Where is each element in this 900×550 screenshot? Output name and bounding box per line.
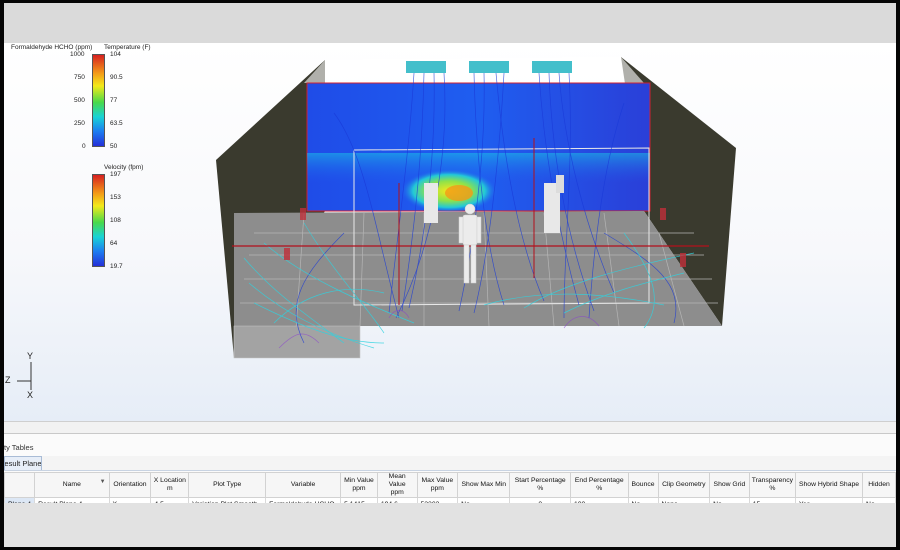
velocity-tick: 197 [110, 171, 121, 178]
header-label: Orientation [113, 481, 147, 488]
header-label: Min Value ppm [344, 477, 374, 492]
header-label: Show Hybrid Shape [798, 481, 860, 488]
header-label: Bounce [631, 481, 655, 488]
screenshot-frame: Formaldehyde HCHO (ppm) Temperature (F) … [0, 0, 900, 550]
hcho-tick: 1000 [70, 51, 85, 58]
header-label: Max Value ppm [421, 477, 454, 492]
ceiling-diffusers [406, 61, 572, 73]
header-label: Show Max Min [461, 481, 507, 488]
axis-z-label: Z [5, 375, 11, 385]
column-header-x-location[interactable]: X Location m [150, 472, 190, 498]
hcho-tick: 500 [74, 97, 85, 104]
temperature-tick: 90.5 [110, 74, 123, 81]
table-header-row: Name ▼ Orientation X Location m Plot Type… [4, 472, 896, 498]
column-header-plot-type[interactable]: Plot Type [188, 472, 267, 498]
hcho-tick: 750 [74, 74, 85, 81]
header-label: Show Grid [713, 481, 746, 488]
header-label: X Location m [153, 477, 186, 492]
column-header-show-hybrid-shape[interactable]: Show Hybrid Shape [795, 472, 864, 498]
hcho-legend-title: Formaldehyde HCHO (ppm) [11, 44, 93, 51]
column-header-bounce[interactable]: Bounce [627, 472, 659, 498]
floor-step [233, 325, 361, 359]
column-header-orientation[interactable]: Orientation [108, 472, 152, 498]
cfd-room-scene [216, 57, 736, 359]
tab-strip: Result Plane [4, 456, 896, 471]
header-label: End Percentage % [574, 477, 624, 492]
status-area [4, 503, 896, 547]
column-header-min-value[interactable]: Min Value ppm [340, 472, 378, 498]
hcho-tick: 250 [74, 120, 85, 127]
axis-y-label: Y [27, 351, 34, 361]
axis-x-label: X [27, 390, 34, 400]
temperature-tick: 77 [110, 97, 118, 104]
column-header-end-percentage[interactable]: End Percentage % [569, 472, 629, 498]
velocity-tick: 153 [110, 194, 121, 201]
temperature-tick: 50 [110, 143, 118, 150]
temperature-tick: 104 [110, 51, 121, 58]
3d-viewport[interactable]: Formaldehyde HCHO (ppm) Temperature (F) … [4, 43, 896, 421]
velocity-tick: 64 [110, 240, 118, 247]
header-label: Name [62, 481, 81, 488]
header-label: Transparency % [751, 477, 794, 492]
column-header-show-grid[interactable]: Show Grid [709, 472, 750, 498]
column-header-show-max-min[interactable]: Show Max Min [457, 472, 511, 498]
header-label: Start Percentage % [514, 477, 566, 492]
tab-result-plane[interactable]: Result Plane [4, 456, 42, 470]
column-header-hidden[interactable]: Hidden [862, 472, 896, 498]
toolbar-area [4, 3, 896, 43]
header-label: Mean Value ppm [388, 473, 406, 497]
hcho-tick: 0 [82, 143, 86, 150]
column-header-transparency[interactable]: Transparency % [748, 472, 797, 498]
velocity-colorbar [92, 174, 105, 267]
header-label: Plot Type [213, 481, 242, 488]
header-label: Hidden [868, 481, 890, 488]
velocity-tick: 19.7 [110, 263, 123, 270]
velocity-legend-title: Velocity (fpm) [104, 164, 144, 171]
column-header-name[interactable]: Name ▼ [34, 472, 110, 498]
column-header-max-value[interactable]: Max Value ppm [416, 472, 459, 498]
header-label: Variable [290, 481, 316, 488]
column-header-clip-geometry[interactable]: Clip Geometry [657, 472, 711, 498]
column-header-start-percentage[interactable]: Start Percentage % [509, 472, 571, 498]
column-header-variable[interactable]: Variable [265, 472, 342, 498]
column-header[interactable] [4, 472, 36, 498]
hcho-temperature-colorbar [92, 54, 105, 147]
dropdown-arrow-icon[interactable]: ▼ [100, 478, 106, 486]
column-header-mean-value[interactable]: Mean Value ppm [376, 472, 418, 498]
tab-label: Result Plane [4, 459, 42, 468]
application-window: Formaldehyde HCHO (ppm) Temperature (F) … [4, 3, 896, 547]
velocity-tick: 108 [110, 217, 121, 224]
temperature-tick: 63.5 [110, 120, 123, 127]
header-label: Clip Geometry [662, 481, 706, 488]
temperature-legend-title: Temperature (F) [104, 44, 151, 51]
panel-title: ty Tables [4, 443, 34, 452]
axis-triad: Y Z X [4, 348, 44, 408]
